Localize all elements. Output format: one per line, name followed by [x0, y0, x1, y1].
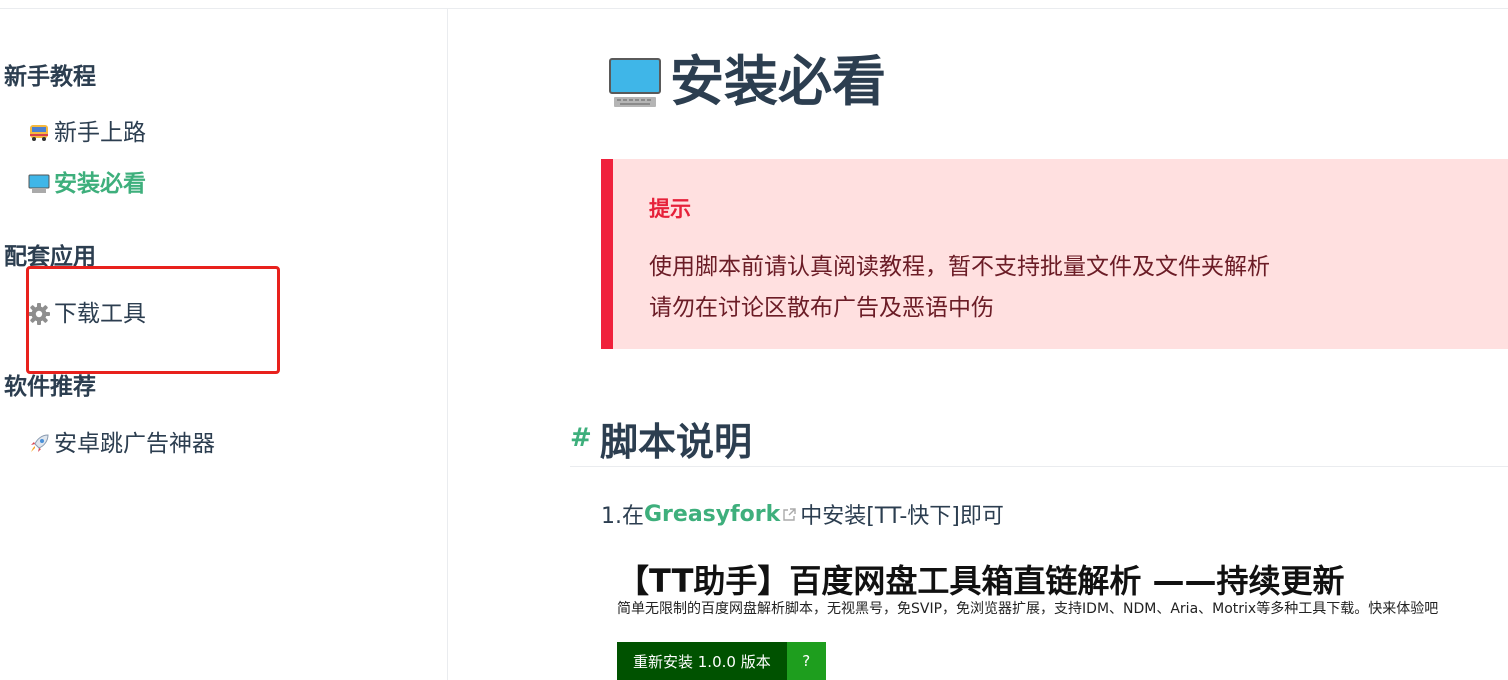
tip-title: 提示 [649, 197, 691, 221]
instruction-prefix: 1.在 [601, 504, 644, 529]
section-heading-text: 脚本说明 [600, 419, 753, 464]
sidebar-item-label: 新手上路 [54, 120, 146, 146]
install-instruction: 1.在 Greasyfork 中安装[TT-快下]即可 [601, 498, 1004, 530]
rocket-icon [26, 433, 52, 455]
sidebar-item-getting-started[interactable]: 新手上路 [26, 118, 146, 148]
annotation-highlight-box [26, 266, 280, 374]
sidebar-item-label: 安卓跳广告神器 [54, 431, 215, 457]
sidebar-group-title-tutorial: 新手教程 [4, 64, 96, 90]
sidebar-item-android-adskip[interactable]: 安卓跳广告神器 [26, 429, 215, 459]
sidebar-item-label: 安装必看 [54, 171, 146, 197]
greasyfork-link[interactable]: Greasyfork [644, 502, 780, 527]
script-title: 【TT助手】百度网盘工具箱直链解析 ——持续更新 [617, 562, 1345, 600]
tip-callout: 提示 使用脚本前请认真阅读教程，暂不支持批量文件及文件夹解析 请勿在讨论区散布广… [601, 159, 1508, 349]
external-link-icon [782, 507, 797, 522]
top-navbar [0, 0, 1508, 9]
reinstall-button-label[interactable]: 重新安装 1.0.0 版本 [617, 642, 787, 680]
sidebar-group-title-recommend: 软件推荐 [4, 374, 96, 400]
sidebar-item-install-guide[interactable]: 安装必看 [26, 169, 146, 199]
heading-anchor-link[interactable]: # [570, 423, 600, 453]
computer-icon [608, 55, 662, 109]
script-description: 简单无限制的百度网盘解析脚本，无视黑号，免SVIP，免浏览器扩展，支持IDM、N… [617, 601, 1439, 617]
reinstall-button[interactable]: 重新安装 1.0.0 版本 ? [617, 642, 826, 680]
instruction-suffix: 中安装[TT-快下]即可 [800, 504, 1004, 529]
install-help-button[interactable]: ? [786, 642, 826, 680]
bus-icon [26, 123, 52, 143]
computer-icon [26, 174, 52, 194]
page-title-text: 安装必看 [670, 50, 886, 113]
section-heading: # 脚本说明 [570, 410, 1508, 467]
tip-line: 使用脚本前请认真阅读教程，暂不支持批量文件及文件夹解析 [649, 254, 1270, 280]
page-title: 安装必看 [608, 50, 886, 114]
tip-line: 请勿在讨论区散布广告及恶语中伤 [649, 295, 994, 321]
